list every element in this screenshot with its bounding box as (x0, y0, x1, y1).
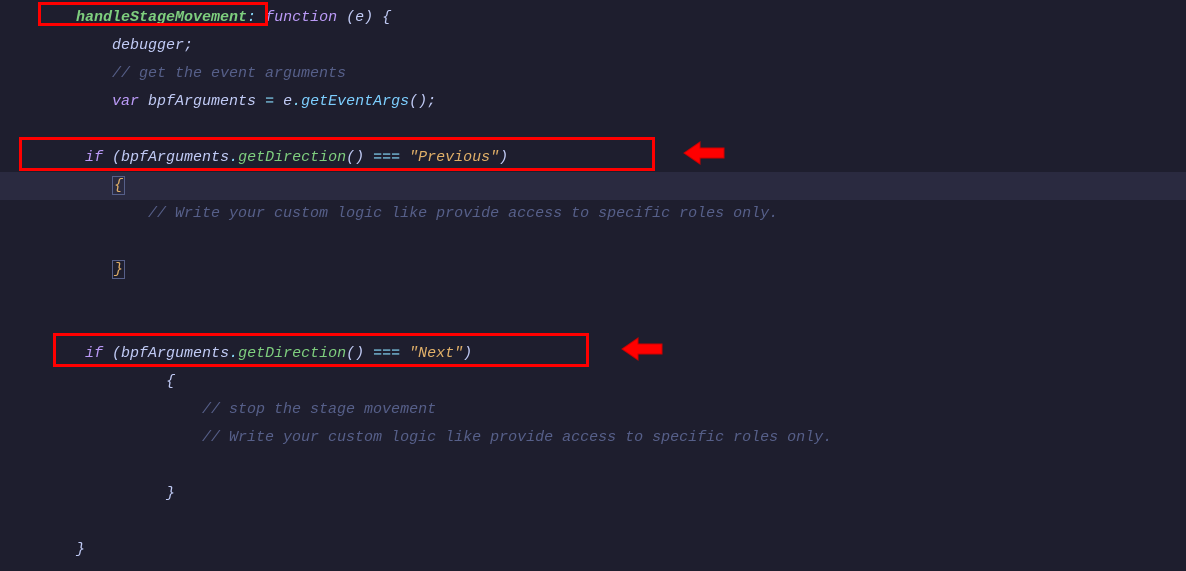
equals: = (256, 93, 283, 110)
indent (40, 261, 112, 278)
identifier: bpfArguments (148, 93, 256, 110)
code-line-blank-6[interactable] (0, 508, 1186, 536)
indent (40, 373, 166, 390)
identifier: bpfArguments (121, 149, 229, 166)
parens: () (409, 93, 427, 110)
string-literal: "Previous" (409, 149, 499, 166)
keyword-var: var (112, 93, 148, 110)
parens: () (346, 149, 364, 166)
code-line-11[interactable]: // stop the stage movement (0, 396, 1186, 424)
brace-close: } (166, 485, 175, 502)
method-call: getDirection (238, 149, 346, 166)
brace-close: } (76, 541, 85, 558)
indent (40, 205, 148, 222)
code-line-blank-1[interactable] (0, 116, 1186, 144)
semi: ; (427, 93, 436, 110)
semi: ; (184, 37, 193, 54)
operator-eq: === (364, 345, 409, 362)
comment-text: // Write your custom logic like provide … (148, 205, 778, 222)
keyword-if: if (85, 345, 112, 362)
indent (40, 65, 112, 82)
dot: . (229, 149, 238, 166)
code-line-14[interactable]: } (0, 536, 1186, 564)
comment-text: // get the event arguments (112, 65, 346, 82)
keyword-if: if (85, 149, 112, 166)
brace-open: { (382, 9, 391, 26)
indent (40, 9, 76, 26)
identifier: bpfArguments (121, 345, 229, 362)
indent (40, 93, 112, 110)
parens: () (346, 345, 364, 362)
keyword-function: function (265, 9, 337, 26)
comment-text: // stop the stage movement (202, 401, 436, 418)
string-literal: "Next" (409, 345, 463, 362)
code-editor[interactable]: handleStageMovement: function (e) { debu… (0, 0, 1186, 568)
indent (40, 429, 202, 446)
code-line-blank-2[interactable] (0, 228, 1186, 256)
dot: . (292, 93, 301, 110)
brace-close-matched: } (112, 260, 125, 279)
rparen: ) (463, 345, 472, 362)
brace-open: { (166, 373, 175, 390)
function-name: handleStageMovement (76, 9, 247, 26)
lparen: ( (112, 345, 121, 362)
code-line-13[interactable]: } (0, 480, 1186, 508)
indent (40, 37, 112, 54)
code-line-2[interactable]: debugger; (0, 32, 1186, 60)
code-line-6-active[interactable]: { (0, 172, 1186, 200)
indent (40, 345, 85, 362)
colon: : (247, 9, 265, 26)
code-line-5[interactable]: if (bpfArguments.getDirection() === "Pre… (0, 144, 1186, 172)
indent (40, 177, 112, 194)
operator-eq: === (364, 149, 409, 166)
method-call: getDirection (238, 345, 346, 362)
comment-text: // Write your custom logic like provide … (202, 429, 832, 446)
code-line-7[interactable]: // Write your custom logic like provide … (0, 200, 1186, 228)
indent (40, 485, 166, 502)
code-line-1[interactable]: handleStageMovement: function (e) { (0, 4, 1186, 32)
code-line-12[interactable]: // Write your custom logic like provide … (0, 424, 1186, 452)
code-line-blank-5[interactable] (0, 452, 1186, 480)
rparen: ) (364, 9, 382, 26)
brace-open-matched: { (112, 176, 125, 195)
lparen: ( (112, 149, 121, 166)
lparen: ( (337, 9, 355, 26)
code-line-blank-3[interactable] (0, 284, 1186, 312)
code-line-9[interactable]: if (bpfArguments.getDirection() === "Nex… (0, 340, 1186, 368)
code-line-10[interactable]: { (0, 368, 1186, 396)
indent (40, 149, 85, 166)
rparen: ) (499, 149, 508, 166)
method-call: getEventArgs (301, 93, 409, 110)
code-line-4[interactable]: var bpfArguments = e.getEventArgs(); (0, 88, 1186, 116)
code-line-8[interactable]: } (0, 256, 1186, 284)
code-line-3[interactable]: // get the event arguments (0, 60, 1186, 88)
code-line-blank-4[interactable] (0, 312, 1186, 340)
dot: . (229, 345, 238, 362)
debugger-keyword: debugger (112, 37, 184, 54)
object-e: e (283, 93, 292, 110)
param-e: e (355, 9, 364, 26)
indent (40, 401, 202, 418)
indent (40, 541, 76, 558)
text-cursor (125, 176, 126, 194)
